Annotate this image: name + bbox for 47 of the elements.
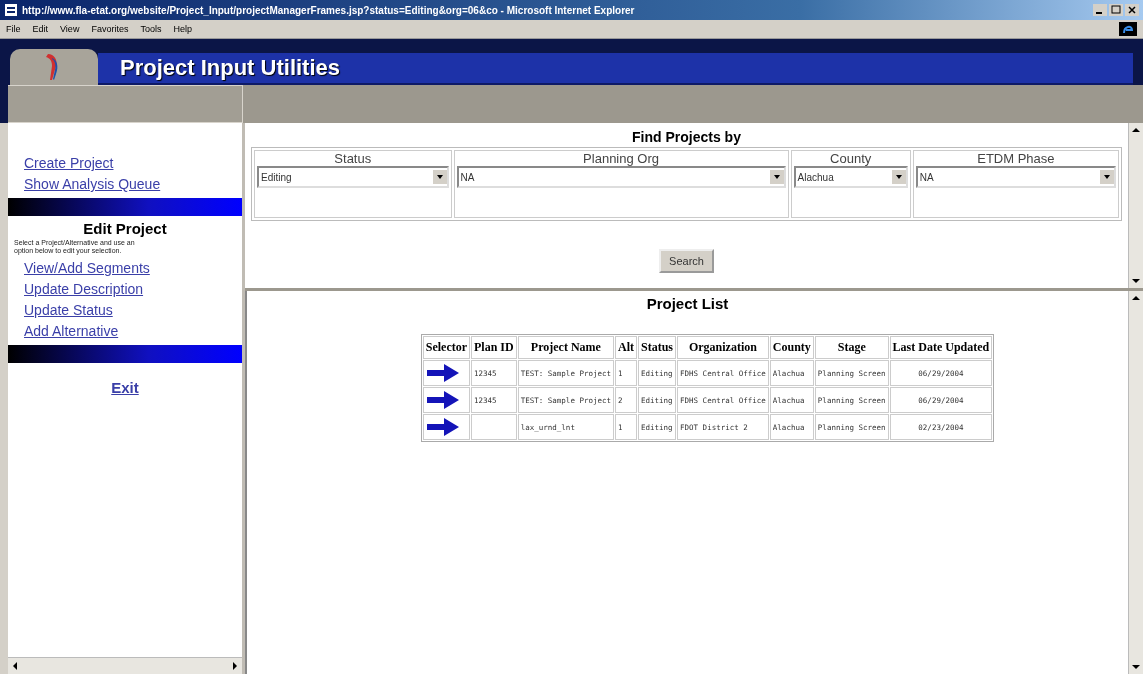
nav-link[interactable]: Create Project [24, 153, 242, 174]
filter-label: County [829, 151, 873, 166]
app-title: Project Input Utilities [120, 55, 341, 81]
filter-label: ETDM Phase [976, 151, 1056, 166]
maximize-icon[interactable] [1109, 4, 1123, 16]
list-heading: Project List [646, 295, 729, 312]
nav-link[interactable]: Update Description [24, 279, 242, 300]
column-header: Stage [814, 336, 889, 359]
filter-label: Planning Org [582, 151, 660, 166]
dropdown[interactable]: NA [915, 166, 1116, 188]
scrollbar[interactable] [1128, 123, 1143, 288]
menu-item[interactable]: File [6, 24, 21, 34]
right-arrow-icon[interactable] [425, 417, 460, 437]
section-heading: Edit Project [82, 220, 168, 237]
column-header: Last Date Updated [889, 336, 993, 359]
column-header: County [769, 336, 814, 359]
window-title: http://www.fla-etat.org/website/Project_Input/projectManagerFrames.jsp?status=Editing&org=06&co - Microsoft Internet Explorer [22, 4, 636, 16]
column-header: Status [638, 336, 677, 359]
column-header: Alt [615, 336, 638, 359]
column-header: Plan ID [471, 336, 517, 359]
minimize-icon[interactable] [1093, 4, 1107, 16]
form-heading: Find Projects by [631, 129, 742, 145]
nav-link[interactable]: Show Analysis Queue [24, 174, 242, 195]
nav-link[interactable]: Add Alternative [24, 321, 242, 342]
column-header: Organization [677, 336, 769, 359]
right-arrow-icon[interactable] [425, 390, 460, 410]
scrollbar[interactable] [1128, 291, 1143, 674]
dropdown[interactable]: Alachua [793, 166, 908, 188]
search-button[interactable]: Search [659, 249, 714, 273]
dropdown[interactable]: NA [456, 166, 786, 188]
dropdown[interactable]: Editing [257, 166, 449, 188]
menu-item[interactable]: Tools [140, 24, 162, 34]
nav-link[interactable]: Update Status [24, 300, 242, 321]
filter-label: Status [333, 151, 373, 166]
close-icon[interactable] [1125, 4, 1139, 16]
menu-item[interactable]: Help [173, 24, 192, 34]
scrollbar[interactable] [8, 657, 242, 674]
menu-item[interactable]: Favorites [91, 24, 129, 34]
menu-item[interactable]: Edit [32, 24, 49, 34]
column-header: Selector [422, 336, 471, 359]
browser-logo-icon [1119, 22, 1137, 36]
browser-icon [4, 3, 18, 17]
right-arrow-icon[interactable] [425, 363, 460, 383]
nav-link[interactable]: View/Add Segments [24, 258, 242, 279]
exit-link[interactable]: Exit [8, 377, 242, 398]
column-header: Project Name [517, 336, 615, 359]
menu-item[interactable]: View [60, 24, 80, 34]
